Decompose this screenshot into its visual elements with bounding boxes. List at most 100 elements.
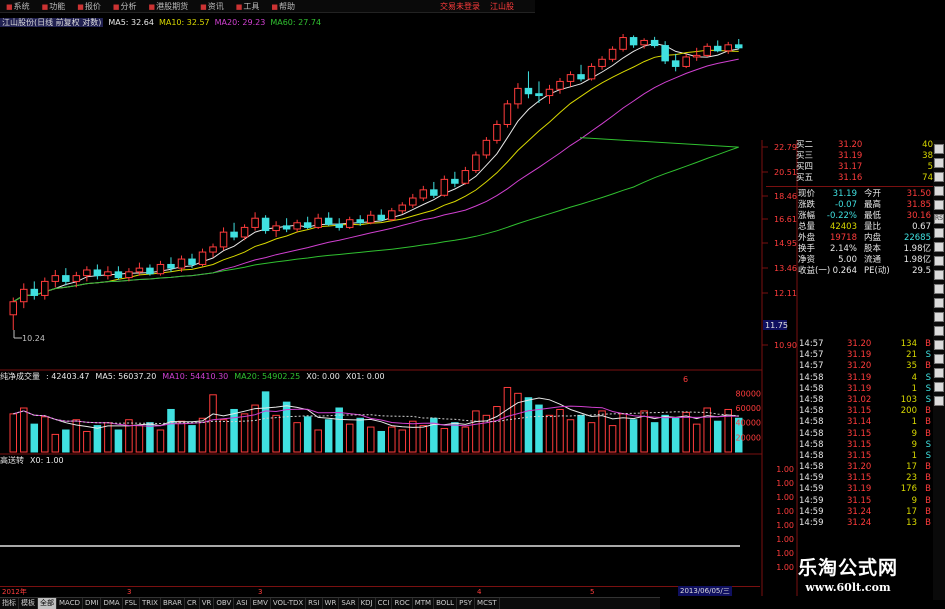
volume-bar[interactable] — [661, 414, 669, 453]
volume-bar[interactable] — [535, 404, 543, 453]
indicator-tab[interactable]: DMI — [83, 598, 102, 609]
candlestick[interactable] — [156, 260, 165, 276]
candlestick[interactable] — [335, 218, 343, 231]
candlestick[interactable] — [587, 63, 596, 81]
candlestick[interactable] — [198, 248, 207, 267]
volume-bar[interactable] — [440, 428, 449, 453]
volume-bar[interactable] — [51, 433, 60, 453]
volume-bar[interactable] — [41, 416, 49, 453]
candlestick[interactable] — [377, 209, 386, 222]
volume-bar[interactable] — [156, 429, 165, 453]
indicator-tab[interactable]: CCI — [376, 598, 393, 609]
toolbar-icon[interactable] — [934, 242, 944, 252]
indicator-tab[interactable]: DMA — [101, 598, 123, 609]
candlestick[interactable] — [682, 53, 690, 69]
indicator-tab[interactable]: BOLL — [434, 598, 458, 609]
indicator-tab[interactable]: KDJ — [359, 598, 376, 609]
volume-bar[interactable] — [713, 420, 722, 453]
indicator-tab[interactable]: VR — [200, 598, 215, 609]
volume-bar[interactable] — [524, 397, 533, 453]
candlestick[interactable] — [671, 53, 680, 72]
indicator-tab[interactable]: EMV — [251, 598, 271, 609]
indicator-tab[interactable]: ROC — [392, 598, 413, 609]
volume-bar[interactable] — [629, 419, 638, 453]
volume-bar[interactable] — [451, 422, 459, 453]
volume-bar[interactable] — [230, 408, 238, 453]
volume-bar[interactable] — [219, 419, 228, 453]
candlestick[interactable] — [324, 212, 333, 226]
candlestick[interactable] — [30, 281, 39, 300]
candlestick[interactable] — [451, 171, 459, 188]
volume-bar[interactable] — [493, 406, 501, 453]
candlestick[interactable] — [713, 40, 722, 53]
candlestick[interactable] — [135, 262, 144, 276]
bid-row[interactable]: 买四 31.17 5 — [766, 162, 933, 173]
bid-row[interactable]: 买三 31.19 38 — [766, 151, 933, 162]
volume-bar[interactable] — [83, 430, 91, 453]
candlestick[interactable] — [251, 212, 259, 231]
candlestick[interactable] — [20, 283, 28, 309]
toolbar-icon[interactable] — [934, 270, 944, 280]
indicator2-name[interactable]: 高送转 — [0, 456, 24, 465]
volume-bar[interactable] — [545, 414, 554, 453]
volume-bar[interactable] — [608, 425, 617, 453]
indicator-tab[interactable]: OBV — [214, 598, 235, 609]
candlestick[interactable] — [282, 218, 291, 233]
volume-bar[interactable] — [692, 423, 701, 453]
indicator-tab[interactable]: FSL — [123, 598, 140, 609]
candlestick[interactable] — [272, 221, 280, 237]
candlestick[interactable] — [209, 243, 217, 258]
indicator-tab[interactable]: MTM — [413, 598, 435, 609]
indicator-tab[interactable]: RSI — [306, 598, 323, 609]
volume-bar[interactable] — [409, 420, 417, 453]
candlestick[interactable] — [146, 264, 154, 276]
toolbar-icon[interactable] — [934, 326, 944, 336]
candlestick[interactable] — [461, 166, 470, 185]
candlestick[interactable] — [503, 100, 512, 128]
toolbar-icon[interactable] — [934, 158, 944, 168]
candlestick[interactable] — [472, 151, 480, 174]
volume-bar[interactable] — [671, 417, 680, 453]
candlestick[interactable] — [62, 268, 70, 286]
volume-bar[interactable] — [30, 423, 39, 453]
volume-bar[interactable] — [345, 423, 354, 453]
volume-bar[interactable] — [114, 429, 123, 453]
volume-bar[interactable] — [167, 408, 175, 453]
candlestick[interactable] — [409, 193, 417, 208]
volume-bar[interactable] — [377, 430, 386, 453]
volume-bar[interactable] — [324, 419, 333, 453]
volume-bar[interactable] — [356, 417, 364, 453]
candlestick[interactable] — [566, 71, 575, 87]
candlestick[interactable] — [692, 47, 701, 61]
toolbar-icon[interactable] — [934, 256, 944, 266]
candlestick[interactable] — [493, 120, 501, 144]
candlestick[interactable] — [661, 41, 669, 65]
volume-bar[interactable] — [650, 422, 659, 453]
candlestick[interactable] — [734, 38, 743, 50]
candlestick[interactable] — [366, 210, 375, 225]
indicator-name[interactable]: 纯净成交量 — [0, 372, 40, 381]
indicator-tab[interactable]: CR — [185, 598, 200, 609]
candlestick[interactable] — [629, 35, 638, 48]
volume-bar[interactable] — [209, 394, 217, 453]
volume-bar[interactable] — [240, 413, 249, 453]
candlestick[interactable] — [419, 185, 428, 201]
toolbar-icon[interactable] — [934, 368, 944, 378]
candlestick[interactable] — [219, 227, 228, 251]
candlestick[interactable] — [125, 268, 133, 282]
candlestick[interactable] — [83, 266, 91, 282]
candlestick[interactable] — [261, 215, 270, 234]
candlestick[interactable] — [430, 181, 438, 199]
toolbar-icon[interactable] — [934, 172, 944, 182]
candlestick[interactable] — [514, 83, 522, 109]
volume-bar[interactable] — [472, 410, 480, 453]
candlestick[interactable] — [577, 64, 585, 82]
volume-bar[interactable] — [198, 417, 207, 453]
volume-bar[interactable] — [303, 416, 312, 453]
volume-bar[interactable] — [146, 422, 154, 453]
toolbar-icon[interactable] — [934, 284, 944, 294]
volume-bar[interactable] — [587, 422, 596, 453]
volume-bar[interactable] — [188, 425, 196, 453]
toolbar-icon[interactable] — [934, 340, 944, 350]
volume-bar[interactable] — [598, 410, 606, 453]
